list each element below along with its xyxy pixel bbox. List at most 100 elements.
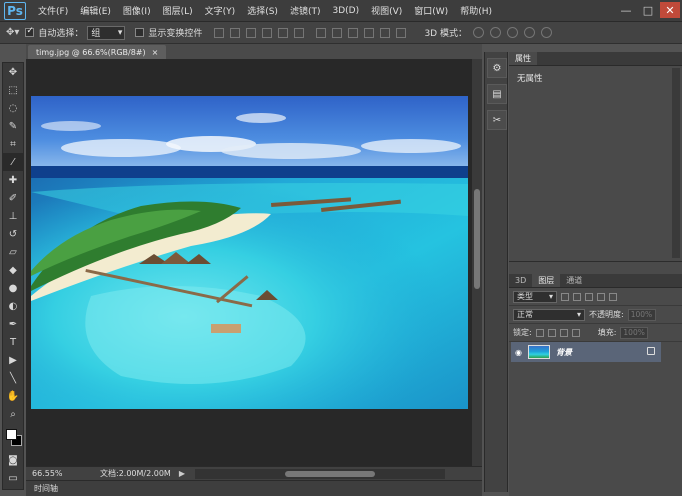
menu-window[interactable]: 窗口(W) xyxy=(408,4,454,17)
auto-select-dropdown[interactable]: 组 ▾ xyxy=(87,25,126,40)
menu-edit[interactable]: 编辑(E) xyxy=(74,4,117,17)
crop-tool-icon[interactable]: ⌗ xyxy=(3,135,23,153)
pen-tool-icon[interactable]: ✒ xyxy=(3,315,23,333)
line-tool-icon[interactable]: ╲ xyxy=(3,369,23,387)
menu-type[interactable]: 文字(Y) xyxy=(199,4,242,17)
filter-type-icon[interactable] xyxy=(585,292,593,301)
chevron-down-icon: ▾ xyxy=(576,310,581,319)
3d-scale-icon[interactable] xyxy=(540,27,552,38)
tools-preset-icon[interactable]: ✂ xyxy=(487,110,507,130)
distribute-hcenter-icon[interactable] xyxy=(380,27,391,38)
marquee-tool-icon[interactable]: ⬚ xyxy=(3,81,23,99)
align-bottom-icon[interactable] xyxy=(246,27,257,38)
horizontal-scrollbar[interactable] xyxy=(194,468,445,479)
filter-smart-icon[interactable] xyxy=(609,292,617,301)
menu-view[interactable]: 视图(V) xyxy=(365,4,408,17)
distribute-top-icon[interactable] xyxy=(316,27,327,38)
vertical-scrollbar[interactable] xyxy=(472,59,482,466)
move-tool-icon[interactable]: ✥▾ xyxy=(4,27,21,38)
3d-slide-icon[interactable] xyxy=(523,27,535,38)
eye-icon[interactable]: ◉ xyxy=(515,348,522,357)
lock-all-icon[interactable] xyxy=(571,328,580,337)
brush-tool-icon[interactable]: ✐ xyxy=(3,189,23,207)
quick-mask-icon[interactable]: ◙ xyxy=(3,451,23,469)
minimize-button[interactable]: — xyxy=(616,2,636,18)
align-vcenter-icon[interactable] xyxy=(230,27,241,38)
eraser-tool-icon[interactable]: ▱ xyxy=(3,243,23,261)
hand-tool-icon[interactable]: ✋ xyxy=(3,387,23,405)
3d-rotate-icon[interactable] xyxy=(472,27,484,38)
menu-3d[interactable]: 3D(D) xyxy=(326,6,365,16)
paint-bucket-tool-icon[interactable]: ◆ xyxy=(3,261,23,279)
filter-adjust-icon[interactable] xyxy=(573,292,581,301)
move-tool-icon[interactable]: ✥ xyxy=(3,63,23,81)
healing-brush-tool-icon[interactable]: ✚ xyxy=(3,171,23,189)
3d-pan-icon[interactable] xyxy=(506,27,518,38)
screen-mode-icon[interactable]: ▭ xyxy=(3,469,23,487)
3d-mode-group: 3D 模式： xyxy=(424,26,552,39)
align-left-icon[interactable] xyxy=(262,27,273,38)
history-panel-icon[interactable]: ▤ xyxy=(487,84,507,104)
foreground-color-swatch[interactable] xyxy=(6,429,17,440)
document-tab-title: timg.jpg @ 66.6%(RGB/8#) xyxy=(36,47,146,57)
distribute-bottom-icon[interactable] xyxy=(348,27,359,38)
status-menu-arrow-icon[interactable]: ▶ xyxy=(179,469,185,478)
auto-select-checkbox[interactable] xyxy=(25,26,35,37)
blur-tool-icon[interactable]: ● xyxy=(3,279,23,297)
quick-select-tool-icon[interactable]: ✎ xyxy=(3,117,23,135)
horizontal-scrollbar-thumb[interactable] xyxy=(284,470,375,477)
fill-field[interactable]: 100% xyxy=(620,326,649,339)
menu-filter[interactable]: 滤镜(T) xyxy=(284,4,327,17)
align-right-icon[interactable] xyxy=(294,27,305,38)
align-hcenter-icon[interactable] xyxy=(278,27,289,38)
close-button[interactable]: ✕ xyxy=(660,2,680,18)
properties-scrollbar[interactable] xyxy=(672,68,680,258)
document-image[interactable] xyxy=(31,96,468,409)
clone-stamp-tool-icon[interactable]: ⊥ xyxy=(3,207,23,225)
type-tool-icon[interactable]: T xyxy=(3,333,23,351)
3d-roll-icon[interactable] xyxy=(489,27,501,38)
tab-layers[interactable]: 图层 xyxy=(532,274,561,287)
zoom-tool-icon[interactable]: ⌕ xyxy=(3,405,23,423)
distribute-vcenter-icon[interactable] xyxy=(332,27,343,38)
path-select-tool-icon[interactable]: ▶ xyxy=(3,351,23,369)
properties-panel-icon[interactable]: ⚙ xyxy=(487,58,507,78)
menu-layer[interactable]: 图层(L) xyxy=(157,4,199,17)
blend-mode-dropdown[interactable]: 正常 ▾ xyxy=(513,308,585,321)
menu-help[interactable]: 帮助(H) xyxy=(454,4,498,17)
lock-pixels-icon[interactable] xyxy=(547,328,556,337)
filter-shape-icon[interactable] xyxy=(597,292,605,301)
window-controls: — □ ✕ xyxy=(616,2,680,18)
layer-filter-dropdown[interactable]: 类型 ▾ xyxy=(513,290,557,303)
distribute-right-icon[interactable] xyxy=(396,27,407,38)
layers-panel: 3D 图层 通道 类型 ▾ 正常 ▾ 不透明度: 100% 锁定: 填充: 10… xyxy=(509,274,682,496)
tab-3d[interactable]: 3D xyxy=(509,274,532,287)
timeline-label: 时间轴 xyxy=(34,484,58,493)
show-transform-checkbox[interactable] xyxy=(135,28,145,37)
distribute-left-icon[interactable] xyxy=(364,27,375,38)
menu-select[interactable]: 选择(S) xyxy=(241,4,284,17)
timeline-panel-tab[interactable]: 时间轴 xyxy=(26,480,482,496)
history-brush-tool-icon[interactable]: ↺ xyxy=(3,225,23,243)
eyedropper-tool-icon[interactable]: ⁄ xyxy=(3,153,23,171)
filter-pixel-icon[interactable] xyxy=(561,292,569,301)
properties-tabs: 属性 xyxy=(509,52,682,66)
maximize-button[interactable]: □ xyxy=(638,2,658,18)
tab-properties[interactable]: 属性 xyxy=(509,52,537,65)
document-tab[interactable]: timg.jpg @ 66.6%(RGB/8#) × xyxy=(28,45,167,59)
align-top-icon[interactable] xyxy=(214,27,225,38)
tab-channels[interactable]: 通道 xyxy=(560,274,588,287)
zoom-level[interactable]: 66.55% xyxy=(26,469,70,478)
menu-file[interactable]: 文件(F) xyxy=(32,4,74,17)
opacity-field[interactable]: 100% xyxy=(627,308,656,321)
properties-message: 无属性 xyxy=(517,74,543,84)
lock-position-icon[interactable] xyxy=(559,328,568,337)
dodge-tool-icon[interactable]: ◐ xyxy=(3,297,23,315)
vertical-scrollbar-thumb[interactable] xyxy=(474,189,480,289)
lasso-tool-icon[interactable]: ◌ xyxy=(3,99,23,117)
menu-image[interactable]: 图像(I) xyxy=(117,4,157,17)
lock-transparent-icon[interactable] xyxy=(535,328,544,337)
layer-item-background[interactable]: ◉ 背景 xyxy=(511,342,661,362)
tab-close-icon[interactable]: × xyxy=(152,48,159,57)
opacity-label: 不透明度: xyxy=(589,310,624,319)
